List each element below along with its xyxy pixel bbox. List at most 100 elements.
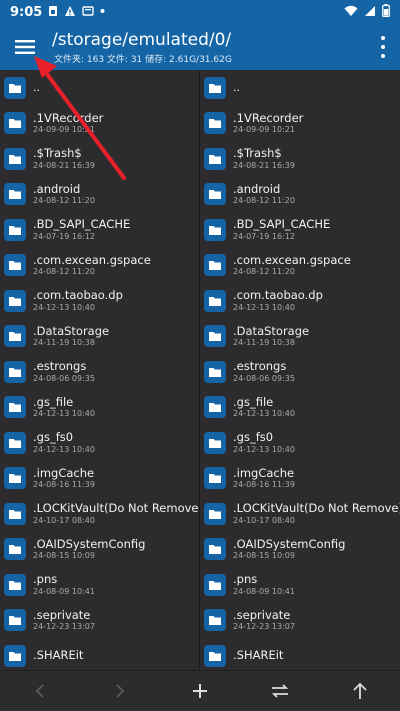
folder-item[interactable]: .gs_file 24-12-13 10:40	[200, 390, 400, 426]
folder-item[interactable]: .com.taobao.dp 24-12-13 10:40	[200, 283, 400, 319]
swap-panels-button[interactable]	[266, 677, 294, 705]
folder-name: .LOCKitVault(Do Not Remove)	[233, 501, 400, 516]
folder-item[interactable]: .SHAREit	[0, 638, 199, 670]
folder-item[interactable]: .seprivate 24-12-23 13:07	[0, 603, 199, 639]
folder-date: 24-08-21 16:39	[233, 160, 295, 170]
folder-icon	[4, 147, 26, 170]
add-icon	[193, 684, 207, 698]
folder-item[interactable]: .LOCKitVault(Do Not Remove) 24-10-17 08:4…	[0, 496, 199, 532]
parent-directory-item[interactable]: ..	[0, 70, 199, 106]
folder-item[interactable]: .imgCache 24-08-16 11:39	[0, 461, 199, 497]
folder-item[interactable]: .SHAREit	[200, 638, 400, 670]
hamburger-icon	[15, 40, 35, 54]
folder-icon	[4, 254, 26, 277]
folder-date: 24-09-09 10:21	[33, 125, 95, 135]
folder-item[interactable]: .OAIDSystemConfig 24-08-15 10:09	[0, 532, 199, 568]
folder-item[interactable]: .estrongs 24-08-06 09:35	[200, 354, 400, 390]
current-path[interactable]: /storage/emulated/0/	[52, 30, 231, 50]
folder-icon	[204, 644, 226, 667]
folder-name: .pns	[233, 572, 258, 587]
folder-date: 24-12-13 10:40	[233, 302, 295, 312]
swap-panels-icon	[271, 684, 289, 698]
folder-icon	[4, 112, 26, 135]
folder-item[interactable]: .pns 24-08-09 10:41	[0, 567, 199, 603]
folder-name: .DataStorage	[33, 323, 110, 338]
status-time: 9:05	[10, 4, 43, 20]
folder-icon	[204, 76, 226, 99]
folder-name: .android	[33, 181, 81, 196]
forward-button[interactable]	[106, 677, 134, 705]
folder-name: .com.taobao.dp	[233, 288, 323, 303]
folder-date: 24-09-09 10:21	[233, 125, 295, 135]
folder-name: .android	[233, 181, 281, 196]
folder-item[interactable]: .gs_fs0 24-12-13 10:40	[0, 425, 199, 461]
folder-date: 24-12-23 13:07	[233, 622, 295, 632]
folder-item[interactable]: .DataStorage 24-11-19 10:38	[200, 319, 400, 355]
back-button[interactable]	[26, 677, 54, 705]
dot-icon	[100, 5, 105, 20]
folder-item[interactable]: .com.excean.gspace 24-08-12 11:20	[0, 248, 199, 284]
folder-item[interactable]: .$Trash$ 24-08-21 16:39	[200, 141, 400, 177]
folder-date: 24-08-12 11:20	[33, 196, 95, 206]
wifi-icon	[344, 5, 358, 20]
notification-icon	[82, 5, 95, 20]
folder-item[interactable]: .com.taobao.dp 24-12-13 10:40	[0, 283, 199, 319]
folder-name: .estrongs	[33, 359, 87, 374]
folder-name: .imgCache	[233, 465, 295, 480]
left-file-panel[interactable]: .. .1VRecorder 24-09-09 10:21 .$Trash$ 24-08…	[0, 70, 200, 670]
right-file-panel[interactable]: .. .1VRecorder 24-09-09 10:21 .$Trash$ 24-08…	[200, 70, 400, 670]
folder-name: .estrongs	[233, 359, 287, 374]
up-directory-button[interactable]	[346, 677, 374, 705]
folder-item[interactable]: .BD_SAPI_CACHE 24-07-19 16:12	[200, 212, 400, 248]
folder-item[interactable]: .estrongs 24-08-06 09:35	[0, 354, 199, 390]
folder-name: .OAIDSystemConfig	[233, 536, 346, 551]
folder-date: 24-10-17 08:40	[33, 515, 95, 525]
folder-date: 24-12-23 13:07	[33, 622, 95, 632]
more-options-button[interactable]	[378, 36, 388, 58]
folder-icon	[4, 467, 26, 490]
folder-date: 24-08-12 11:20	[33, 267, 95, 277]
bottom-bar	[0, 670, 400, 711]
folder-icon	[204, 396, 226, 419]
folder-item[interactable]: .1VRecorder 24-09-09 10:21	[200, 106, 400, 142]
back-icon	[35, 684, 44, 698]
folder-item[interactable]: .BD_SAPI_CACHE 24-07-19 16:12	[0, 212, 199, 248]
folder-date: 24-11-19 10:38	[233, 338, 295, 348]
folder-item[interactable]: .gs_fs0 24-12-13 10:40	[200, 425, 400, 461]
folder-icon	[4, 183, 26, 206]
folder-date: 24-08-09 10:41	[233, 586, 295, 596]
folder-icon	[204, 325, 226, 348]
toolbar: /storage/emulated/0/ 文件夹: 163 文件: 31 储存:…	[0, 24, 400, 70]
folder-name: ..	[233, 80, 240, 94]
folder-icon	[4, 360, 26, 383]
folder-icon	[204, 112, 226, 135]
folder-icon	[204, 573, 226, 596]
folder-item[interactable]: .android 24-08-12 11:20	[200, 177, 400, 213]
folder-item[interactable]: .android 24-08-12 11:20	[0, 177, 199, 213]
folder-name: .pns	[33, 572, 58, 587]
folder-item[interactable]: .gs_file 24-12-13 10:40	[0, 390, 199, 426]
folder-icon	[204, 609, 226, 632]
storage-stats: 文件夹: 163 文件: 31 储存: 2.61G/31.62G	[54, 55, 232, 65]
add-button[interactable]	[186, 677, 214, 705]
folder-item[interactable]: .pns 24-08-09 10:41	[200, 567, 400, 603]
folder-icon	[4, 218, 26, 241]
folder-name: .gs_file	[233, 394, 274, 409]
folder-item[interactable]: .com.excean.gspace 24-08-12 11:20	[200, 248, 400, 284]
menu-button[interactable]	[10, 32, 40, 62]
forward-icon	[116, 684, 125, 698]
folder-name: .gs_file	[33, 394, 74, 409]
folder-name: .imgCache	[33, 465, 95, 480]
parent-directory-item[interactable]: ..	[200, 70, 400, 106]
folder-item[interactable]: .seprivate 24-12-23 13:07	[200, 603, 400, 639]
folder-item[interactable]: .$Trash$ 24-08-21 16:39	[0, 141, 199, 177]
folder-item[interactable]: .OAIDSystemConfig 24-08-15 10:09	[200, 532, 400, 568]
folder-item[interactable]: .LOCKitVault(Do Not Remove) 24-10-17 08:4…	[200, 496, 400, 532]
folder-item[interactable]: .DataStorage 24-11-19 10:38	[0, 319, 199, 355]
folder-date: 24-08-16 11:39	[33, 480, 95, 490]
folder-icon	[204, 538, 226, 561]
folder-icon	[204, 183, 226, 206]
folder-icon	[204, 147, 226, 170]
folder-item[interactable]: .imgCache 24-08-16 11:39	[200, 461, 400, 497]
folder-item[interactable]: .1VRecorder 24-09-09 10:21	[0, 106, 199, 142]
